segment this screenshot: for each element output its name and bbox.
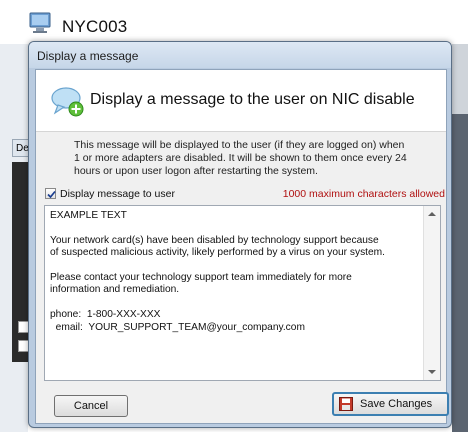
checkmark-icon — [47, 190, 56, 199]
dialog-description: This message will be displayed to the us… — [74, 139, 407, 177]
background-tab[interactable]: De — [12, 139, 29, 157]
save-changes-label: Save Changes — [360, 398, 433, 410]
dialog-header-text: Display a message to the user on NIC dis… — [90, 91, 415, 108]
save-changes-button[interactable]: Save Changes — [332, 392, 449, 416]
dialog-title: Display a message — [37, 49, 139, 63]
save-icon — [339, 397, 353, 411]
display-message-checkbox-label[interactable]: Display message to user — [60, 188, 175, 200]
cancel-button[interactable]: Cancel — [54, 395, 128, 417]
dialog-header-panel: Display a message to the user on NIC dis… — [36, 70, 446, 132]
textarea-scrollbar[interactable] — [423, 206, 440, 380]
dialog-body: Display a message to the user on NIC dis… — [35, 69, 449, 424]
message-textarea[interactable]: EXAMPLE TEXT Your network card(s) have b… — [44, 205, 441, 381]
computer-icon — [28, 12, 54, 34]
display-message-checkbox[interactable] — [45, 188, 56, 199]
display-message-checkbox-row: Display message to user 1000 maximum cha… — [45, 187, 445, 203]
message-text[interactable]: EXAMPLE TEXT Your network card(s) have b… — [50, 210, 418, 334]
display-message-dialog: Display a message Display a message to t… — [28, 41, 452, 428]
background-right-panel — [452, 44, 468, 432]
background-left-panel: De — [0, 44, 30, 432]
max-characters-note: 1000 maximum characters allowed — [282, 188, 445, 200]
background-window-titlebar: NYC003 — [0, 0, 468, 44]
chat-bubble-add-icon — [50, 84, 86, 120]
dialog-titlebar[interactable]: Display a message — [29, 42, 451, 68]
background-window-title: NYC003 — [62, 17, 128, 36]
background-right-light-area — [452, 44, 468, 114]
scroll-up-icon[interactable] — [424, 206, 440, 222]
scroll-down-icon[interactable] — [424, 364, 440, 380]
